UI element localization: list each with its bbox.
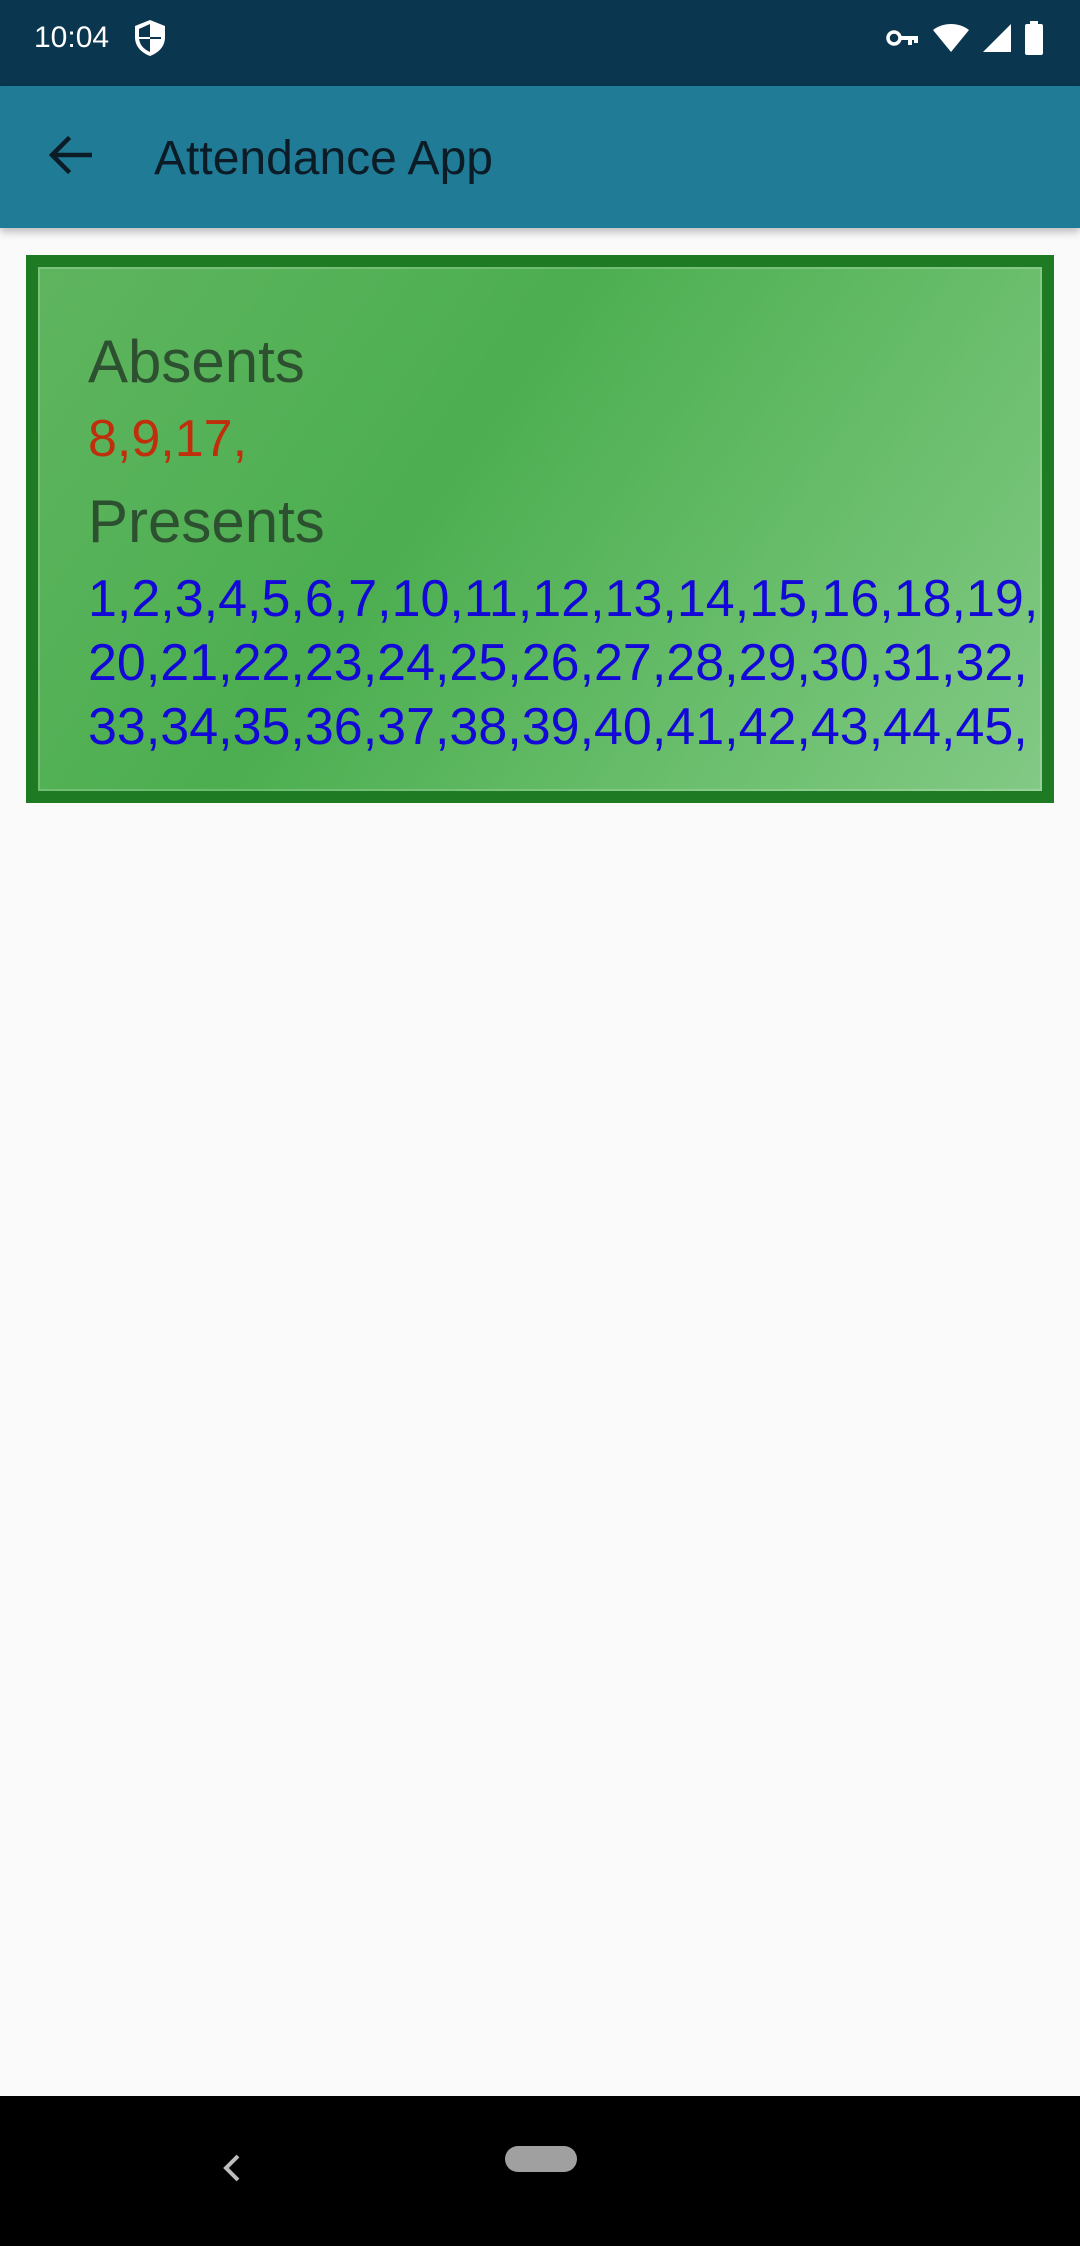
shield-icon (132, 18, 168, 58)
status-icons (886, 18, 1044, 58)
back-button[interactable] (34, 121, 106, 193)
presents-list: 1,2,3,4,5,6,7,10,11,12,13,14,15,16,18,19… (88, 567, 1038, 759)
wifi-icon (932, 23, 970, 53)
status-bar: 10:04 (0, 0, 1080, 86)
absents-list: 8,9,17, (88, 410, 248, 468)
attendance-card: Absents 8,9,17, Presents 1,2,3,4,5,6,7,1… (26, 255, 1054, 803)
home-pill-icon[interactable] (505, 2146, 577, 2172)
page-title: Attendance App (154, 132, 493, 185)
chevron-left-icon[interactable] (212, 2148, 252, 2188)
presents-line: 1,2,3,4,5,6,7,10,11,12,13,14,15,16,18,19… (88, 570, 1039, 628)
signal-icon (982, 23, 1012, 53)
status-time: 10:04 (34, 21, 110, 54)
vpn-key-icon (886, 28, 920, 48)
arrow-back-icon (48, 135, 93, 180)
absents-heading: Absents (88, 328, 305, 395)
presents-line: 33,34,35,36,37,38,39,40,41,42,43,44,45, (88, 698, 1028, 756)
app-bar: Attendance App (0, 86, 1080, 228)
battery-icon (1024, 21, 1044, 55)
presents-line: 20,21,22,23,24,25,26,27,28,29,30,31,32, (88, 634, 1028, 692)
navigation-bar (0, 2096, 1080, 2246)
presents-heading: Presents (88, 488, 325, 555)
